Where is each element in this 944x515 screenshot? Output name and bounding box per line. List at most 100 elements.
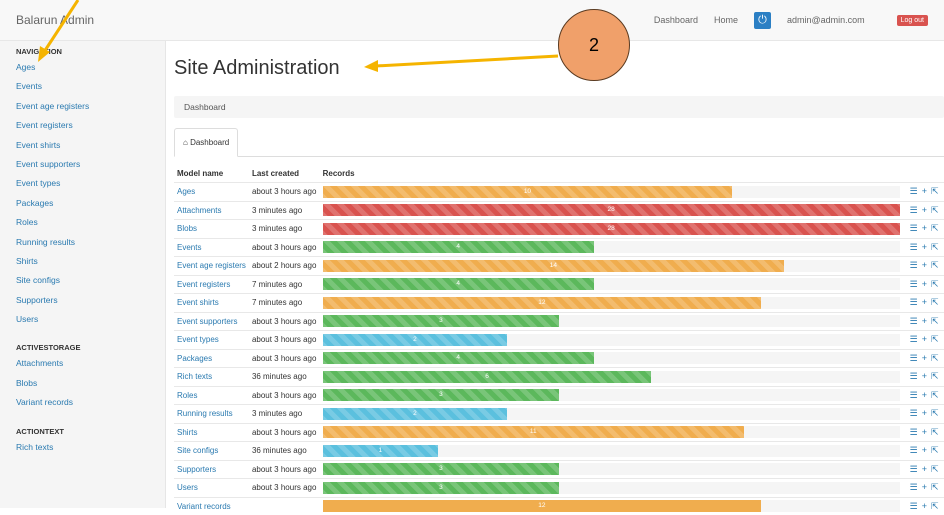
add-icon[interactable]: + <box>922 316 927 326</box>
export-icon[interactable]: ⇱ <box>931 279 939 289</box>
list-icon[interactable]: ☰ <box>910 260 918 270</box>
list-icon[interactable]: ☰ <box>910 371 918 381</box>
list-icon[interactable]: ☰ <box>910 353 918 363</box>
add-icon[interactable]: + <box>922 408 927 418</box>
sidebar-item-event-supporters[interactable]: Event supporters <box>0 155 165 174</box>
model-name-link[interactable]: Shirts <box>174 423 249 442</box>
model-name-link[interactable]: Blobs <box>174 220 249 239</box>
add-icon[interactable]: + <box>922 427 927 437</box>
export-icon[interactable]: ⇱ <box>931 482 939 492</box>
export-icon[interactable]: ⇱ <box>931 223 939 233</box>
list-icon[interactable]: ☰ <box>910 390 918 400</box>
list-icon[interactable]: ☰ <box>910 445 918 455</box>
sidebar-item-users[interactable]: Users <box>0 310 165 329</box>
model-name-link[interactable]: Event age registers <box>174 257 249 276</box>
export-icon[interactable]: ⇱ <box>931 186 939 196</box>
user-menu[interactable]: ⏻ admin@admin.com <box>754 12 881 29</box>
sidebar-item-event-registers[interactable]: Event registers <box>0 116 165 135</box>
model-name-link[interactable]: Running results <box>174 405 249 424</box>
model-name-link[interactable]: Event registers <box>174 275 249 294</box>
add-icon[interactable]: + <box>922 260 927 270</box>
list-icon[interactable]: ☰ <box>910 334 918 344</box>
list-icon[interactable]: ☰ <box>910 223 918 233</box>
list-icon[interactable]: ☰ <box>910 186 918 196</box>
export-icon[interactable]: ⇱ <box>931 390 939 400</box>
model-name-link[interactable]: Attachments <box>174 201 249 220</box>
list-icon[interactable]: ☰ <box>910 501 918 511</box>
model-name-link[interactable]: Users <box>174 479 249 498</box>
list-icon[interactable]: ☰ <box>910 242 918 252</box>
row-actions: ☰ + ⇱ <box>903 257 944 276</box>
records-progress-track: 3 <box>323 482 900 494</box>
row-actions: ☰ + ⇱ <box>903 368 944 387</box>
list-icon[interactable]: ☰ <box>910 482 918 492</box>
list-icon[interactable]: ☰ <box>910 408 918 418</box>
add-icon[interactable]: + <box>922 445 927 455</box>
dashboard-link[interactable]: Dashboard <box>654 15 698 25</box>
export-icon[interactable]: ⇱ <box>931 205 939 215</box>
tab-dashboard[interactable]: ⌂ Dashboard <box>174 128 238 157</box>
model-name-link[interactable]: Variant records <box>174 497 249 515</box>
brand-logo[interactable]: Balarun Admin <box>16 13 94 27</box>
add-icon[interactable]: + <box>922 186 927 196</box>
sidebar-item-events[interactable]: Events <box>0 77 165 96</box>
export-icon[interactable]: ⇱ <box>931 464 939 474</box>
export-icon[interactable]: ⇱ <box>931 427 939 437</box>
list-icon[interactable]: ☰ <box>910 297 918 307</box>
sidebar-item-event-shirts[interactable]: Event shirts <box>0 136 165 155</box>
add-icon[interactable]: + <box>922 297 927 307</box>
add-icon[interactable]: + <box>922 242 927 252</box>
sidebar-item-rich-texts[interactable]: Rich texts <box>0 438 165 457</box>
add-icon[interactable]: + <box>922 353 927 363</box>
add-icon[interactable]: + <box>922 501 927 511</box>
model-name-link[interactable]: Rich texts <box>174 368 249 387</box>
export-icon[interactable]: ⇱ <box>931 260 939 270</box>
model-name-link[interactable]: Supporters <box>174 460 249 479</box>
home-link[interactable]: Home <box>714 15 738 25</box>
add-icon[interactable]: + <box>922 464 927 474</box>
export-icon[interactable]: ⇱ <box>931 353 939 363</box>
sidebar-item-event-age-registers[interactable]: Event age registers <box>0 97 165 116</box>
add-icon[interactable]: + <box>922 205 927 215</box>
sidebar-item-shirts[interactable]: Shirts <box>0 252 165 271</box>
add-icon[interactable]: + <box>922 390 927 400</box>
sidebar-item-ages[interactable]: Ages <box>0 58 165 77</box>
export-icon[interactable]: ⇱ <box>931 242 939 252</box>
sidebar-item-supporters[interactable]: Supporters <box>0 291 165 310</box>
export-icon[interactable]: ⇱ <box>931 445 939 455</box>
add-icon[interactable]: + <box>922 223 927 233</box>
sidebar-item-blobs[interactable]: Blobs <box>0 374 165 393</box>
logout-button[interactable]: Log out <box>897 15 928 26</box>
list-icon[interactable]: ☰ <box>910 316 918 326</box>
list-icon[interactable]: ☰ <box>910 279 918 289</box>
model-name-link[interactable]: Roles <box>174 386 249 405</box>
add-icon[interactable]: + <box>922 482 927 492</box>
list-icon[interactable]: ☰ <box>910 205 918 215</box>
model-name-link[interactable]: Ages <box>174 183 249 202</box>
list-icon[interactable]: ☰ <box>910 427 918 437</box>
model-name-link[interactable]: Packages <box>174 349 249 368</box>
list-icon[interactable]: ☰ <box>910 464 918 474</box>
model-name-link[interactable]: Event supporters <box>174 312 249 331</box>
export-icon[interactable]: ⇱ <box>931 371 939 381</box>
sidebar-item-variant-records[interactable]: Variant records <box>0 393 165 412</box>
sidebar-item-site-configs[interactable]: Site configs <box>0 271 165 290</box>
row-actions: ☰ + ⇱ <box>903 479 944 498</box>
sidebar-item-packages[interactable]: Packages <box>0 194 165 213</box>
export-icon[interactable]: ⇱ <box>931 501 939 511</box>
sidebar-item-attachments[interactable]: Attachments <box>0 354 165 373</box>
export-icon[interactable]: ⇱ <box>931 297 939 307</box>
sidebar-item-roles[interactable]: Roles <box>0 213 165 232</box>
sidebar-item-event-types[interactable]: Event types <box>0 174 165 193</box>
export-icon[interactable]: ⇱ <box>931 316 939 326</box>
model-name-link[interactable]: Site configs <box>174 442 249 461</box>
sidebar-item-running-results[interactable]: Running results <box>0 233 165 252</box>
add-icon[interactable]: + <box>922 334 927 344</box>
add-icon[interactable]: + <box>922 279 927 289</box>
model-name-link[interactable]: Events <box>174 238 249 257</box>
export-icon[interactable]: ⇱ <box>931 408 939 418</box>
model-name-link[interactable]: Event shirts <box>174 294 249 313</box>
add-icon[interactable]: + <box>922 371 927 381</box>
model-name-link[interactable]: Event types <box>174 331 249 350</box>
export-icon[interactable]: ⇱ <box>931 334 939 344</box>
